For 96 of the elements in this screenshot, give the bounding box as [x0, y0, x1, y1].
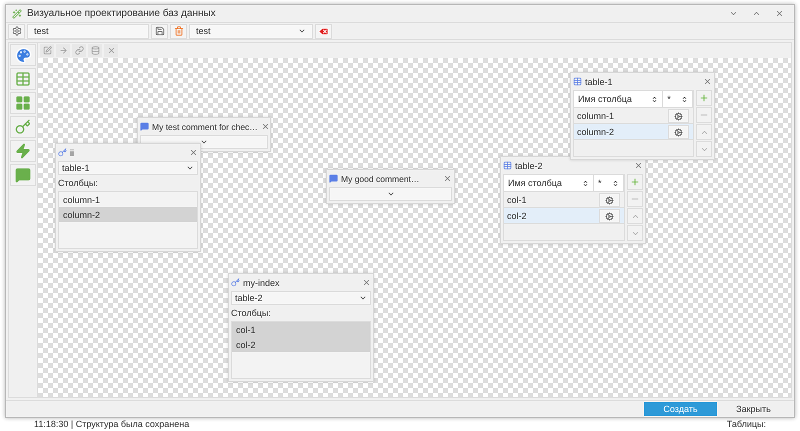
database-button[interactable] [88, 44, 102, 57]
move-down-button[interactable] [696, 141, 712, 157]
save-icon [154, 26, 164, 36]
save-button[interactable] [151, 24, 168, 38]
columns-label: Столбцы: [231, 307, 272, 319]
column-item[interactable]: col-1 [232, 322, 370, 337]
settings-button[interactable] [668, 109, 689, 123]
pen-icon [42, 46, 52, 55]
settings-icon [674, 128, 683, 136]
caret-icon [359, 294, 367, 302]
schema-dropdown[interactable]: test [189, 24, 313, 38]
comment-title: My good comment… [341, 174, 420, 184]
comment-icon [140, 122, 149, 131]
table-row[interactable]: col-1 [504, 191, 624, 207]
palette-button[interactable] [10, 44, 36, 66]
comment-icon [15, 167, 31, 183]
settings-button[interactable] [8, 24, 25, 38]
columns-label: Столбцы: [58, 177, 99, 189]
key-icon [58, 148, 67, 157]
comment-title: My test comment for chec… [152, 122, 258, 132]
link-button[interactable] [72, 44, 86, 57]
close-icon[interactable] [443, 174, 452, 183]
table-row[interactable]: col-2 [504, 207, 624, 223]
table-title: table-1 [585, 76, 614, 86]
table-icon [15, 71, 31, 87]
edit-button[interactable] [40, 44, 54, 57]
clear-button[interactable] [315, 24, 332, 38]
lightning-icon [15, 143, 31, 159]
close-icon[interactable] [260, 122, 270, 131]
grid-icon [15, 95, 31, 111]
add-key-button[interactable] [10, 116, 36, 138]
remove-button[interactable] [627, 191, 643, 207]
column-item[interactable]: column-2 [59, 207, 197, 222]
name-field[interactable]: test [27, 24, 149, 38]
close-icon[interactable] [362, 278, 371, 287]
add-button[interactable] [696, 90, 712, 106]
trash-icon [174, 26, 184, 36]
index-title: my-index [243, 278, 281, 288]
sort-icon [612, 180, 619, 186]
comment-icon [329, 174, 338, 183]
remove-button[interactable] [696, 107, 712, 123]
settings-icon [12, 26, 22, 36]
settings-button[interactable] [599, 193, 620, 207]
close-icon[interactable] [703, 77, 712, 86]
database-icon [90, 46, 100, 55]
chevron-down-icon [728, 9, 738, 18]
close-icon [106, 46, 116, 55]
add-comment-button[interactable] [10, 164, 36, 186]
table-icon [503, 161, 512, 170]
close-icon [774, 9, 784, 18]
delete-button[interactable] [170, 24, 187, 38]
caret-icon [298, 27, 306, 35]
backspace-icon [318, 26, 329, 36]
settings-button[interactable] [599, 209, 620, 223]
link-icon [74, 46, 84, 55]
key-icon [15, 119, 31, 135]
plus-icon [630, 177, 640, 187]
move-down-button[interactable] [627, 225, 643, 241]
column-item[interactable]: column-1 [59, 192, 197, 207]
delete-button[interactable] [104, 44, 118, 57]
index-title: ii [70, 148, 75, 158]
plus-icon [699, 93, 709, 103]
status-text: 11:18:30 | Структура была сохранена [34, 419, 190, 429]
column-item[interactable]: col-2 [232, 337, 370, 352]
settings-button[interactable] [668, 125, 689, 139]
arrow-button[interactable] [56, 44, 70, 57]
table-icon [573, 77, 582, 86]
lightning-button[interactable] [10, 140, 36, 162]
chevron-up-icon [752, 9, 760, 18]
caret-icon [200, 138, 208, 146]
sort-icon [651, 96, 658, 102]
caret-icon [386, 190, 394, 198]
move-up-button[interactable] [627, 208, 643, 224]
sort-icon [681, 96, 688, 102]
wand-icon [12, 8, 22, 18]
settings-icon [674, 112, 683, 120]
close-icon[interactable] [189, 148, 198, 157]
window-title: Визуальное проектирование баз данных [27, 8, 217, 19]
add-grid-button[interactable] [10, 92, 36, 114]
table-title: table-2 [515, 160, 544, 170]
caret-icon [186, 164, 194, 172]
settings-icon [605, 196, 614, 204]
status-text: Таблицы: [726, 419, 766, 429]
table-dropdown[interactable]: table-1 [58, 161, 198, 175]
settings-icon [605, 212, 614, 220]
close-icon[interactable] [634, 161, 643, 170]
move-up-button[interactable] [696, 124, 712, 140]
arrow-icon [58, 46, 68, 55]
add-table-button[interactable] [10, 68, 36, 90]
table-row[interactable]: column-1 [574, 107, 693, 123]
add-button[interactable] [627, 174, 643, 190]
table-row[interactable]: column-2 [574, 123, 693, 139]
table-dropdown[interactable]: table-2 [231, 291, 371, 305]
sort-icon [582, 180, 589, 186]
key-icon [231, 278, 240, 287]
palette-icon [14, 46, 32, 64]
